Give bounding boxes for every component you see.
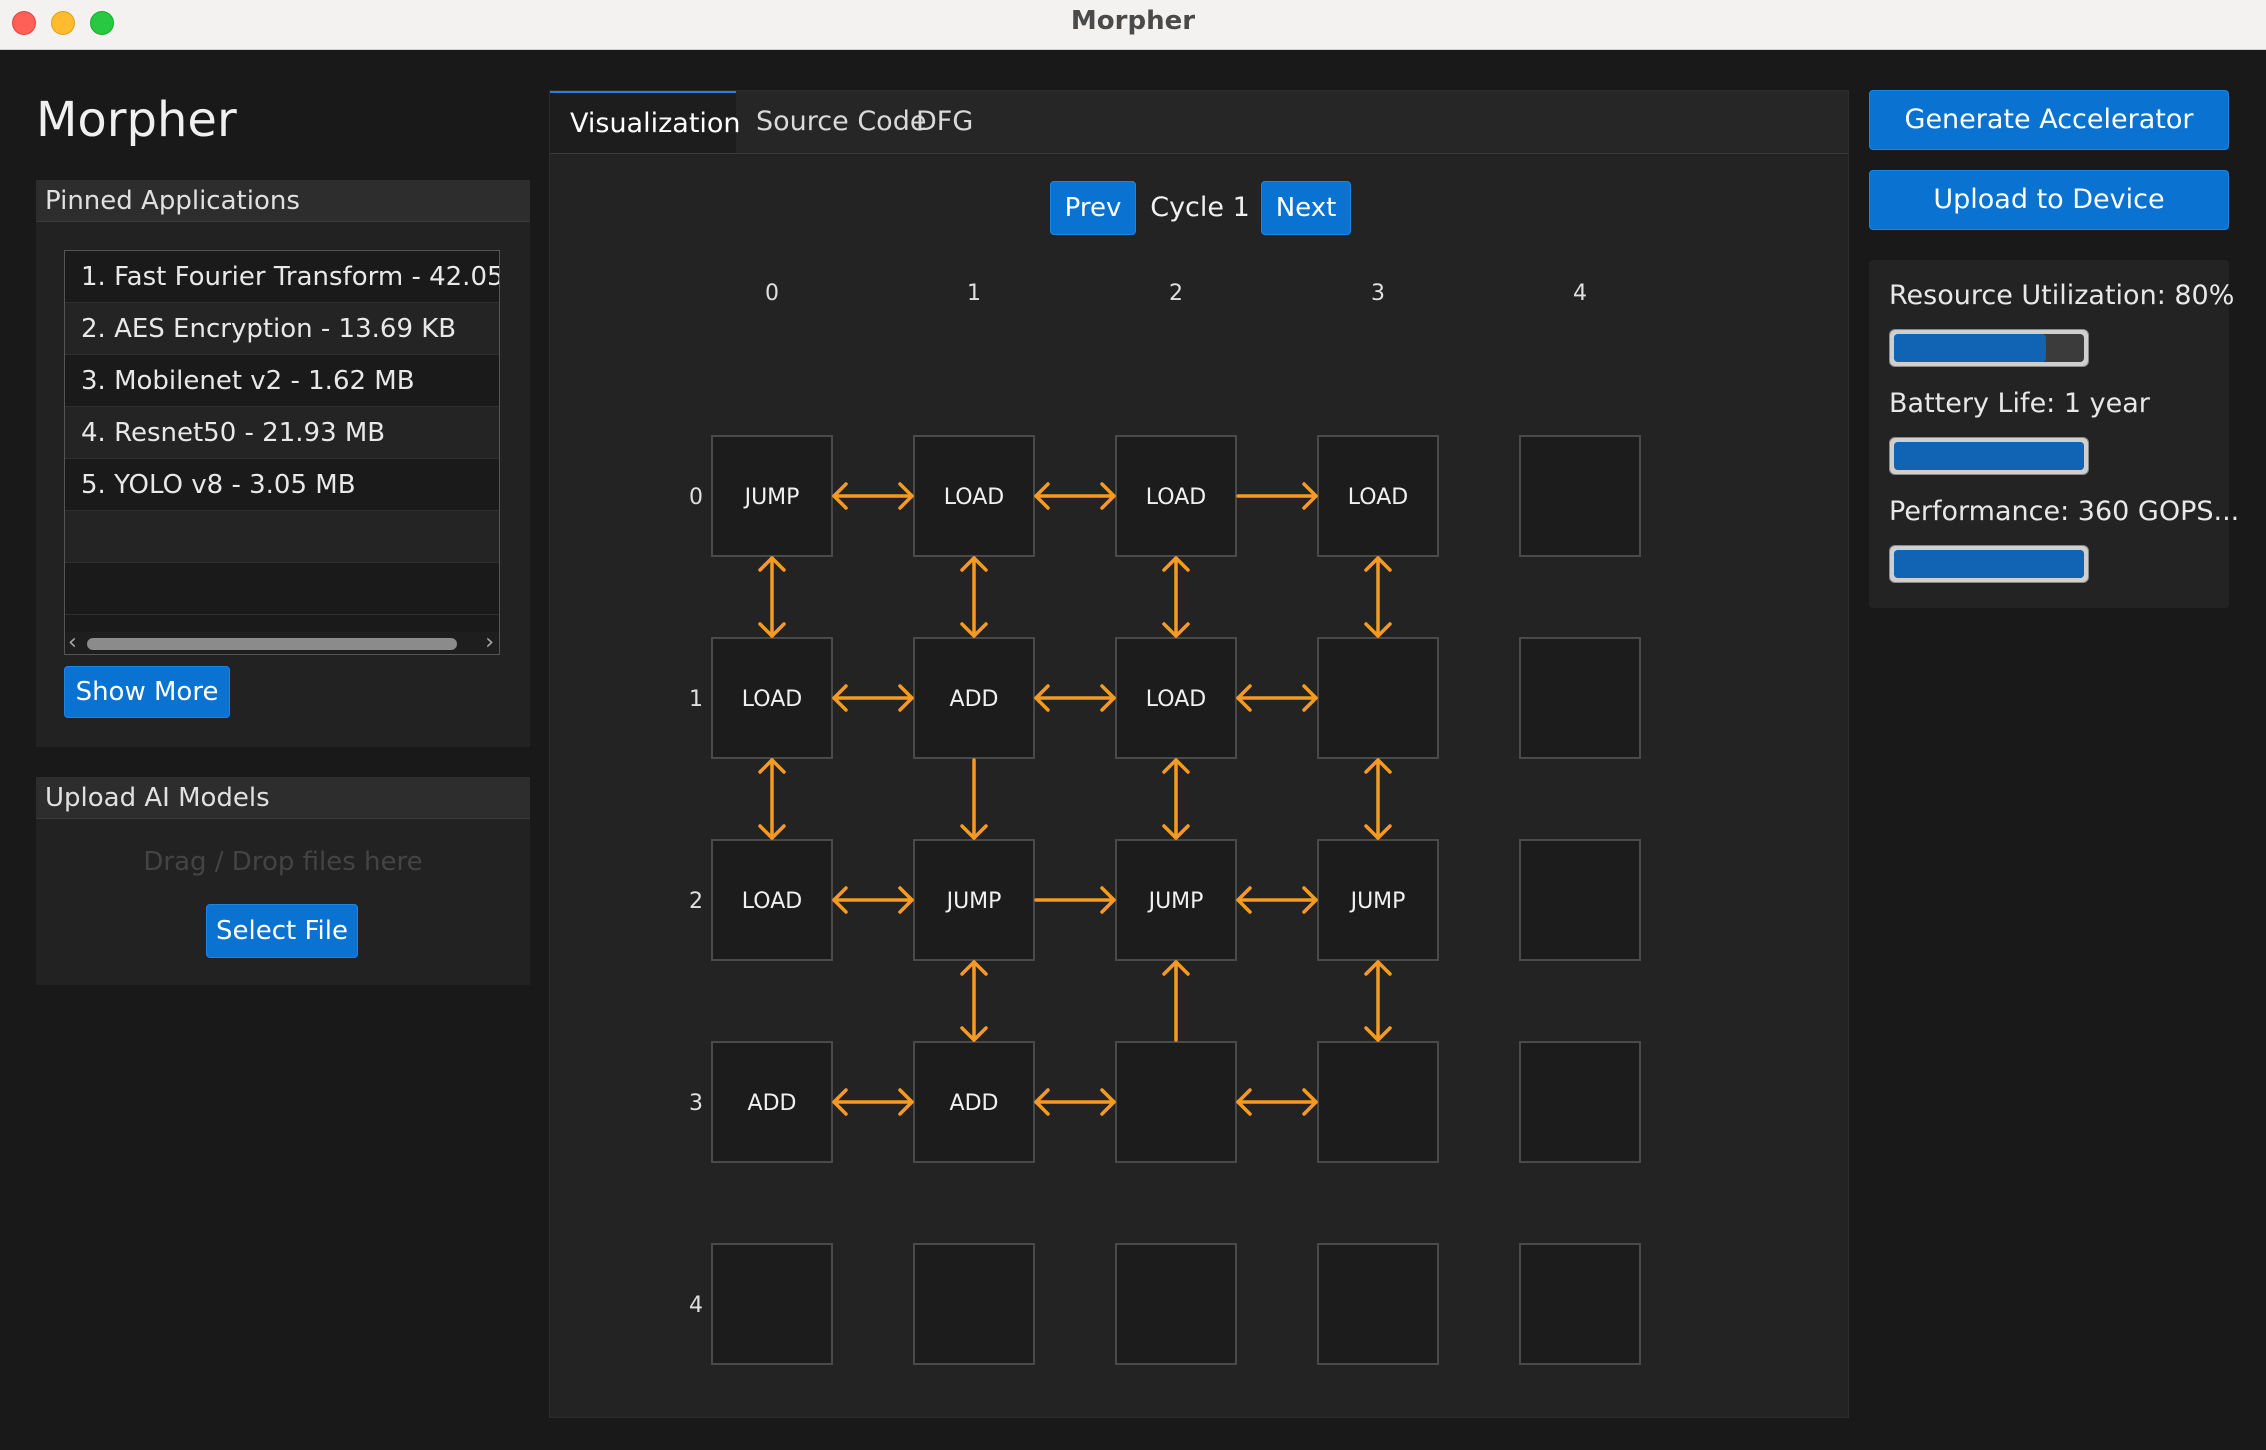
grid-cell (711, 1243, 833, 1365)
show-more-button[interactable]: Show More (64, 666, 230, 718)
row-label: 4 (689, 1293, 703, 1318)
list-item[interactable]: 5. YOLO v8 - 3.05 MB (65, 459, 499, 511)
grid-cell (1519, 1243, 1641, 1365)
pinned-applications-panel: Pinned Applications 1. Fast Fourier Tran… (36, 180, 530, 747)
grid-cell (1519, 637, 1641, 759)
grid-cell (1519, 435, 1641, 557)
grid-cell (913, 1243, 1035, 1365)
cell-operation-label: JUMP (1349, 889, 1406, 914)
cell-operation-label: LOAD (742, 889, 802, 914)
grid-cell (1115, 1041, 1237, 1163)
upload-ai-models-panel: Upload AI Models Drag / Drop files here … (36, 777, 530, 985)
row-label: 0 (689, 485, 703, 510)
cycle-label: Cycle 1 (1150, 192, 1250, 223)
pinned-applications-header: Pinned Applications (36, 180, 530, 222)
row-label: 3 (689, 1091, 703, 1116)
scroll-left-icon[interactable]: ‹ (68, 630, 77, 654)
battery-life-progress (1889, 437, 2089, 475)
grid-cell (1317, 1243, 1439, 1365)
metrics-panel: Resource Utilization: 80% Battery Life: … (1869, 260, 2239, 608)
main-content: Morpher Pinned Applications 1. Fast Four… (0, 50, 2266, 1450)
cell-operation-label: JUMP (1147, 889, 1204, 914)
visualization-panel: Visualization Source Code DFG 0123401234… (549, 90, 1849, 1418)
list-item[interactable]: 3. Mobilenet v2 - 1.62 MB (65, 355, 499, 407)
prev-cycle-button[interactable]: Prev (1050, 181, 1136, 235)
cell-operation-label: ADD (950, 1091, 999, 1116)
empty-list-item (65, 563, 499, 615)
cell-operation-label: LOAD (1146, 687, 1206, 712)
resource-utilization-label: Resource Utilization: 80% (1889, 280, 2235, 311)
upload-to-device-button[interactable]: Upload to Device (1869, 170, 2229, 230)
window-title: Morpher (1070, 6, 1196, 36)
pinned-applications-list[interactable]: 1. Fast Fourier Transform - 42.05 KB 2. … (64, 250, 500, 655)
horizontal-scrollbar[interactable]: ‹ › (65, 630, 499, 654)
list-item[interactable]: 2. AES Encryption - 13.69 KB (65, 303, 499, 355)
cell-operation-label: LOAD (1146, 485, 1206, 510)
grid-cell (1317, 637, 1439, 759)
cell-operation-label: ADD (748, 1091, 797, 1116)
cell-operation-label: LOAD (944, 485, 1004, 510)
scroll-right-icon[interactable]: › (485, 630, 494, 654)
upload-ai-models-header: Upload AI Models (36, 777, 530, 819)
grid-cell (1519, 1041, 1641, 1163)
list-item[interactable]: 1. Fast Fourier Transform - 42.05 KB (65, 251, 499, 303)
list-item[interactable]: 4. Resnet50 - 21.93 MB (65, 407, 499, 459)
resource-utilization-progress (1889, 329, 2089, 367)
grid-cell (1519, 839, 1641, 961)
grid-cell (1317, 1041, 1439, 1163)
cell-operation-label: JUMP (945, 889, 1002, 914)
column-label: 2 (1169, 281, 1183, 306)
performance-progress (1889, 545, 2089, 583)
cell-operation-label: LOAD (1348, 485, 1408, 510)
drop-zone-hint[interactable]: Drag / Drop files here (36, 847, 530, 877)
column-label: 4 (1573, 281, 1587, 306)
scrollbar-thumb[interactable] (87, 638, 457, 650)
performance-label: Performance: 360 GOPS... (1889, 496, 2240, 527)
battery-life-label: Battery Life: 1 year (1889, 388, 2150, 419)
select-file-button[interactable]: Select File (206, 904, 358, 958)
column-label: 0 (765, 281, 779, 306)
grid-cell (1115, 1243, 1237, 1365)
column-label: 1 (967, 281, 981, 306)
cycle-controls: Prev Cycle 1 Next (550, 181, 1848, 235)
next-cycle-button[interactable]: Next (1261, 181, 1351, 235)
app-title: Morpher (36, 92, 237, 148)
generate-accelerator-button[interactable]: Generate Accelerator (1869, 90, 2229, 150)
row-label: 2 (689, 889, 703, 914)
cgra-grid: 0 1 2 3 4 0 1 2 3 4 JUMP LOAD LOAD LOAD LOAD ADD LOAD LOA… (689, 281, 1641, 1365)
row-label: 1 (689, 687, 703, 712)
empty-list-item (65, 511, 499, 563)
cell-operation-label: LOAD (742, 687, 802, 712)
column-label: 3 (1371, 281, 1385, 306)
cell-operation-label: ADD (950, 687, 999, 712)
cell-operation-label: JUMP (743, 485, 800, 510)
title-bar: Morpher (0, 0, 2266, 50)
